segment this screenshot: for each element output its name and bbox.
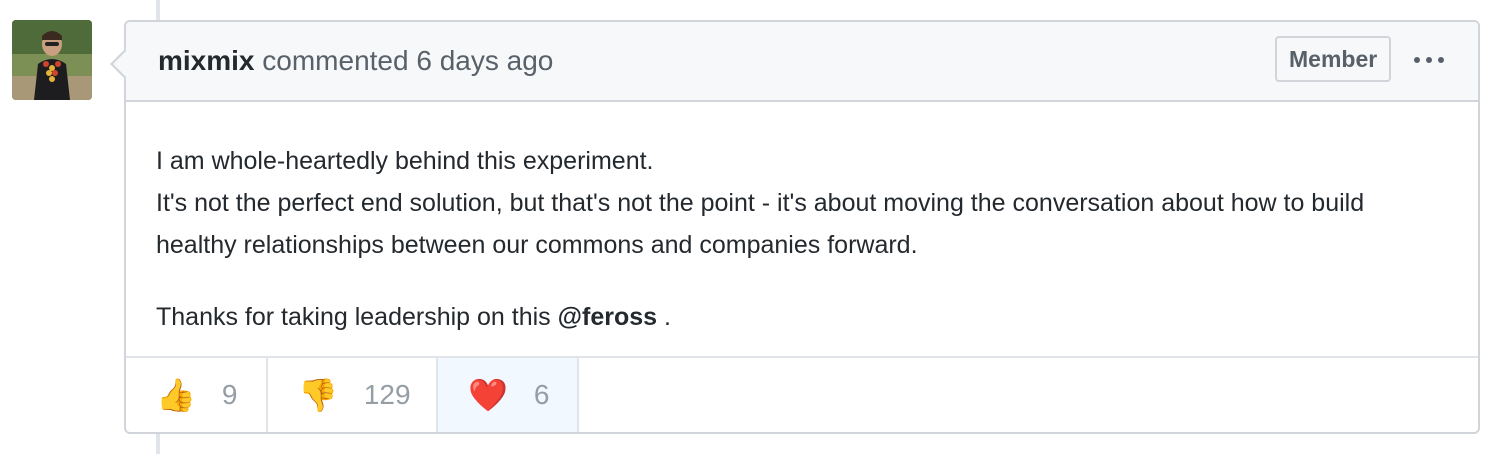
thanks-text: Thanks for taking leadership on this: [156, 303, 558, 331]
reaction-count: 9: [221, 379, 238, 410]
reactions-bar: 👍 9 👎 129 ❤️ 6: [126, 356, 1478, 432]
reaction-thumbs-down-button[interactable]: 👎 129: [268, 358, 438, 432]
heart-icon: ❤️: [468, 377, 508, 413]
comment-caret-inner: [113, 50, 127, 78]
thanks-suffix: .: [657, 303, 671, 331]
comment-thanks: Thanks for taking leadership on this @fe…: [156, 296, 1448, 338]
comment-line-2: It's not the perfect end solution, but t…: [156, 189, 1365, 259]
comment-box: mixmix commented 6 days ago Member I am …: [110, 20, 1480, 434]
comment-body: I am whole-heartedly behind this experim…: [126, 102, 1478, 338]
more-options-icon[interactable]: [1412, 44, 1446, 74]
reaction-count: 6: [533, 379, 550, 410]
thumbs-up-icon: 👍: [156, 377, 196, 413]
mention-link[interactable]: @feross: [558, 303, 657, 331]
thumbs-down-icon: 👎: [298, 377, 338, 413]
avatar-image: [12, 20, 92, 100]
comment-timestamp[interactable]: 6 days ago: [416, 45, 553, 76]
comment-header: mixmix commented 6 days ago Member: [126, 22, 1478, 102]
comment-line-1: I am whole-heartedly behind this experim…: [156, 147, 654, 175]
reaction-heart-button[interactable]: ❤️ 6: [438, 358, 579, 432]
reaction-thumbs-up-button[interactable]: 👍 9: [126, 358, 268, 432]
comment-action: commented: [262, 45, 409, 76]
author-link[interactable]: mixmix: [158, 45, 255, 76]
comment-meta: mixmix commented 6 days ago: [158, 44, 553, 78]
reaction-count: 129: [363, 379, 411, 410]
avatar[interactable]: [12, 20, 92, 100]
member-badge: Member: [1275, 36, 1392, 82]
comment-paragraph: I am whole-heartedly behind this experim…: [156, 140, 1448, 266]
